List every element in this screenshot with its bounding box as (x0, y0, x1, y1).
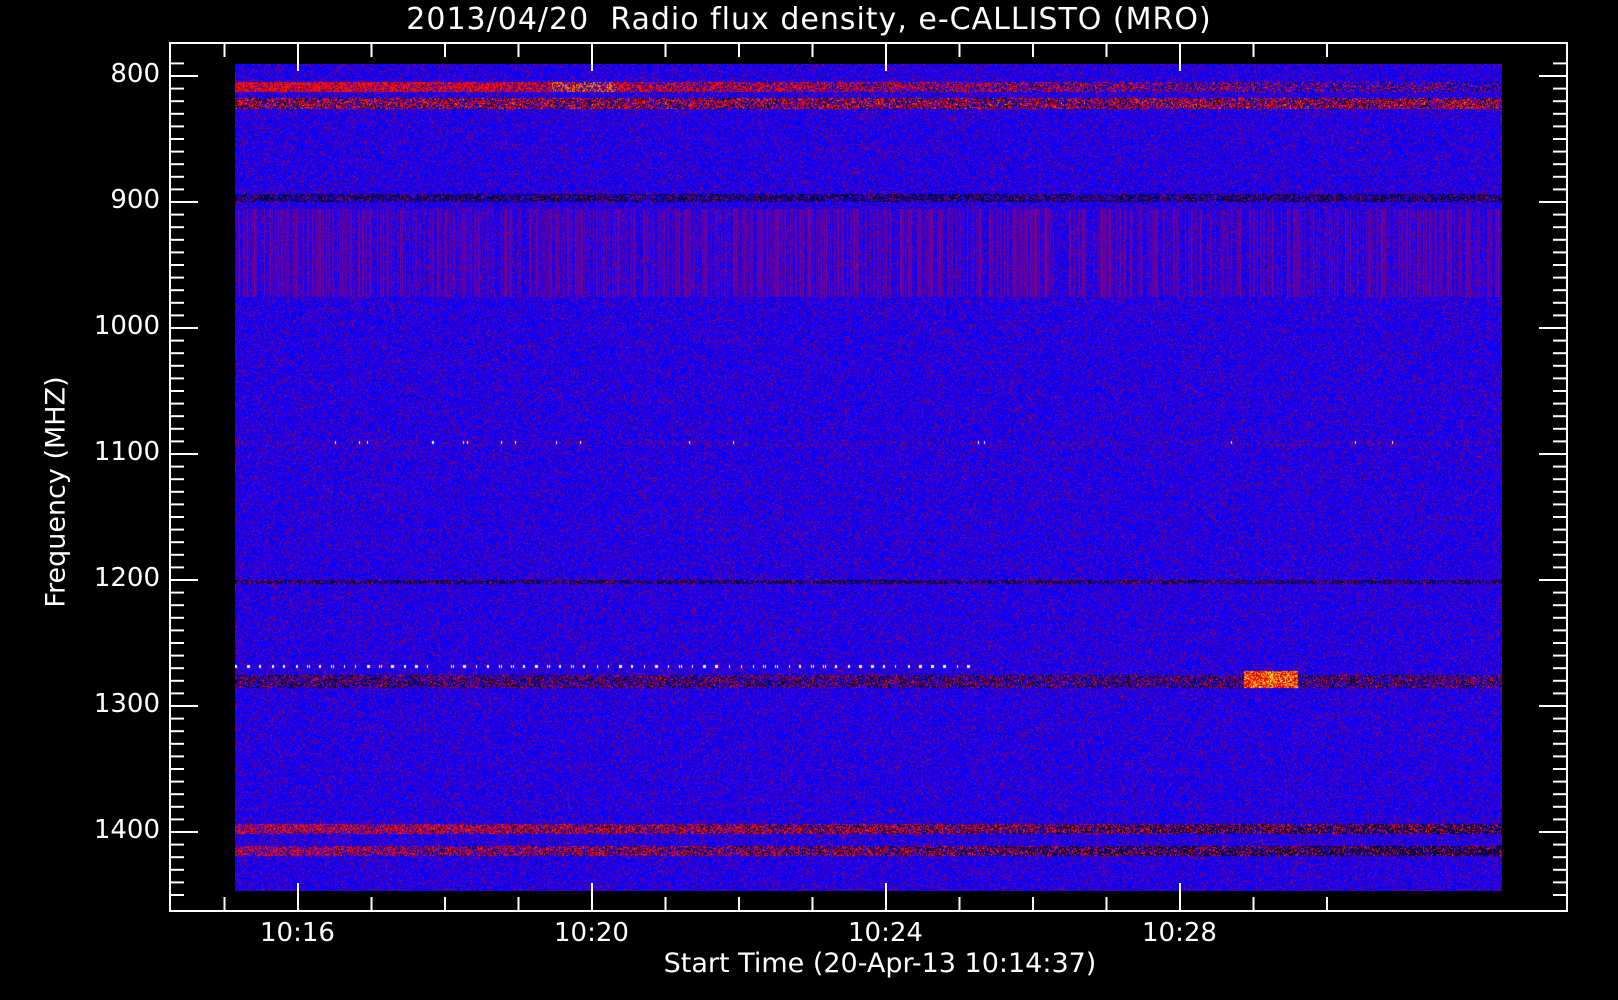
x-tick-label: 10:28 (1142, 918, 1217, 948)
y-tick-label: 900 (110, 185, 160, 215)
y-tick-label: 1000 (93, 311, 160, 341)
axes-frame (169, 42, 1568, 912)
plot-frame (169, 42, 1568, 912)
x-tick-label: 10:24 (848, 918, 923, 948)
y-tick-label: 1200 (93, 563, 160, 593)
y-tick-label: 1300 (93, 689, 160, 719)
y-tick-label: 1100 (93, 437, 160, 467)
y-axis-label: Frequency (MHZ) (40, 376, 72, 608)
y-tick-label: 800 (110, 59, 160, 89)
y-tick-label: 1400 (93, 815, 160, 845)
x-axis-label: Start Time (20-Apr-13 10:14:37) (663, 948, 1097, 979)
x-tick-label: 10:16 (260, 918, 335, 948)
x-tick-label: 10:20 (554, 918, 629, 948)
